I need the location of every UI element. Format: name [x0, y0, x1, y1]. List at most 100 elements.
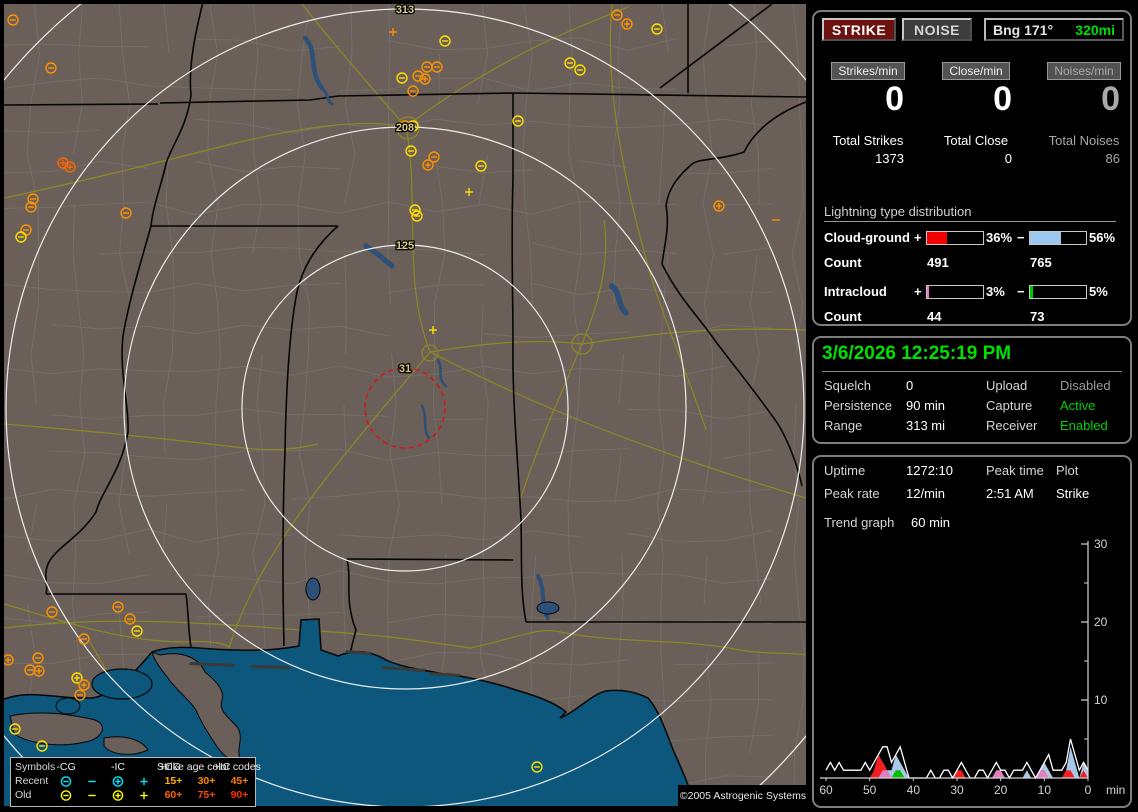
positive-percentage-value: 3% [986, 284, 1005, 299]
lightning-tracker-window: { "map": { "center": {"x": 405, "y": 408… [0, 0, 1138, 812]
counter-column: Close/min0Total Close0 [928, 12, 1024, 172]
strike-age-code: 15+ [157, 775, 190, 788]
total-value: 0 [1005, 151, 1012, 166]
copyright-text: ©2005 Astrogenic Systems [678, 785, 808, 806]
positive-sign: + [914, 284, 922, 299]
legend-age-row-label: Recent [15, 775, 55, 788]
field-label: Squelch [824, 378, 871, 393]
range-ring-label: 31 [399, 363, 411, 375]
strike-symbol [113, 777, 122, 786]
counter-column: Noises/min0 Total Noises 86 [1036, 12, 1132, 172]
trend-x-tick-label: 10 [1038, 783, 1052, 797]
total-label: Total Noises [1036, 133, 1132, 148]
field-value: Disabled [1060, 378, 1111, 393]
negative-count-value: 73 [1030, 309, 1044, 324]
distribution-title: Lightning type distribution [824, 204, 1116, 222]
rate-value: 0 [885, 80, 904, 119]
status-panel: 3/6/2026 12:25:19 PM Squelch0UploadDisab… [812, 336, 1132, 444]
field-value: Strike [1056, 486, 1089, 501]
field-value: 90 min [906, 398, 945, 413]
counter-column: Strikes/min0 Total Strikes 1373 [820, 12, 916, 172]
field-label: Capture [986, 398, 1032, 413]
legend-type-headers: -CG-IC+CG+IC [53, 761, 157, 774]
total-label: Total Close [928, 133, 1024, 148]
trend-graph-chart: 1020306050403020100min [816, 531, 1132, 803]
field-label: Upload [986, 378, 1027, 393]
total-value: 1373 [875, 151, 904, 166]
trend-x-tick-label: 0 [1085, 783, 1092, 797]
negative-percentage-value: 56% [1089, 230, 1115, 245]
symbol-legend: Symbols -CG-IC+CG+IC Strike age color co… [10, 757, 256, 807]
strike-age-code: 45+ [223, 775, 256, 788]
total-value: 86 [1106, 151, 1120, 166]
strike-symbol [140, 792, 147, 799]
rate-label-chip: Close/min [942, 62, 1009, 80]
negative-sign: − [1017, 230, 1025, 245]
legend-type-header: -IC [105, 761, 131, 774]
count-label: Count [824, 309, 862, 324]
field-value: 2:51 AM [986, 486, 1034, 501]
trend-x-tick-label: 60 [819, 783, 833, 797]
positive-count-value: 491 [927, 255, 949, 270]
trend-x-tick-label: 20 [994, 783, 1008, 797]
total-label: Total Strikes [820, 133, 916, 148]
negative-count-value: 765 [1030, 255, 1052, 270]
positive-count-value: 44 [927, 309, 941, 324]
strike-symbol [61, 791, 70, 800]
trend-y-tick-label: 30 [1094, 537, 1108, 551]
positive-percentage-bar [926, 231, 984, 245]
range-ring-label: 125 [396, 240, 414, 252]
legend-icm-icon [85, 775, 99, 788]
rate-label-chip: Strikes/min [831, 62, 904, 80]
field-value: Active [1060, 398, 1095, 413]
negative-percentage-bar [1029, 231, 1087, 245]
count-label: Count [824, 255, 862, 270]
stats-trend-panel: Uptime1272:10Peak timePlotPeak rate12/mi… [812, 455, 1132, 808]
strike-age-code: 30+ [190, 775, 223, 788]
rate-label-chip: Noises/min [1047, 62, 1120, 80]
field-label: Peak rate [824, 486, 880, 501]
legend-icp-icon [137, 789, 151, 802]
clock-readout: 3/6/2026 12:25:19 PM [822, 343, 1011, 365]
legend-icp-icon [137, 775, 151, 788]
trend-graph-label: Trend graph [824, 515, 894, 530]
clock-divider [822, 371, 1122, 372]
strike-symbol [140, 778, 147, 785]
legend-symbols-header: Symbols [15, 761, 55, 774]
range-ring-label: 313 [396, 4, 414, 16]
positive-sign: + [914, 230, 922, 245]
field-label: Persistence [824, 398, 892, 413]
field-value: Enabled [1060, 418, 1108, 433]
field-label: Receiver [986, 418, 1037, 433]
rate-value: 0 [1101, 80, 1120, 119]
legend-cgm-icon [59, 775, 73, 788]
distribution-type-label: Intracloud [824, 284, 887, 299]
field-label: Uptime [824, 463, 865, 478]
map-canvas[interactable]: 313 208 125 31 [4, 4, 806, 806]
strike-age-code: 75+ [190, 789, 223, 802]
trend-x-tick-label: 50 [863, 783, 877, 797]
legend-cgm-icon [59, 789, 73, 802]
distribution-type-label: Cloud-ground [824, 230, 910, 245]
trend-y-tick-label: 10 [1094, 693, 1108, 707]
field-label: Peak time [986, 463, 1044, 478]
legend-age-row-label: Old [15, 789, 55, 802]
strike-symbol [61, 777, 70, 786]
range-ring-label: 208 [396, 122, 414, 134]
legend-icm-icon [85, 789, 99, 802]
negative-percentage-bar [1029, 285, 1087, 299]
strike-counter-panel: STRIKE NOISE Bng 171° 320mi Strikes/min0… [812, 10, 1132, 326]
trend-axes [820, 541, 1088, 778]
trend-y-tick-label: 20 [1094, 615, 1108, 629]
legend-cgp-icon [111, 775, 125, 788]
field-value: 313 mi [906, 418, 945, 433]
strike-age-code: 60+ [157, 789, 190, 802]
legend-cgp-icon [111, 789, 125, 802]
field-label: Range [824, 418, 862, 433]
positive-percentage-bar [926, 285, 984, 299]
trend-x-axis-unit: min [1106, 783, 1125, 797]
trend-x-tick-label: 40 [907, 783, 921, 797]
legend-age-header: Strike age color codes [157, 761, 253, 774]
field-value: 1272:10 [906, 463, 953, 478]
field-value: 12/min [906, 486, 945, 501]
